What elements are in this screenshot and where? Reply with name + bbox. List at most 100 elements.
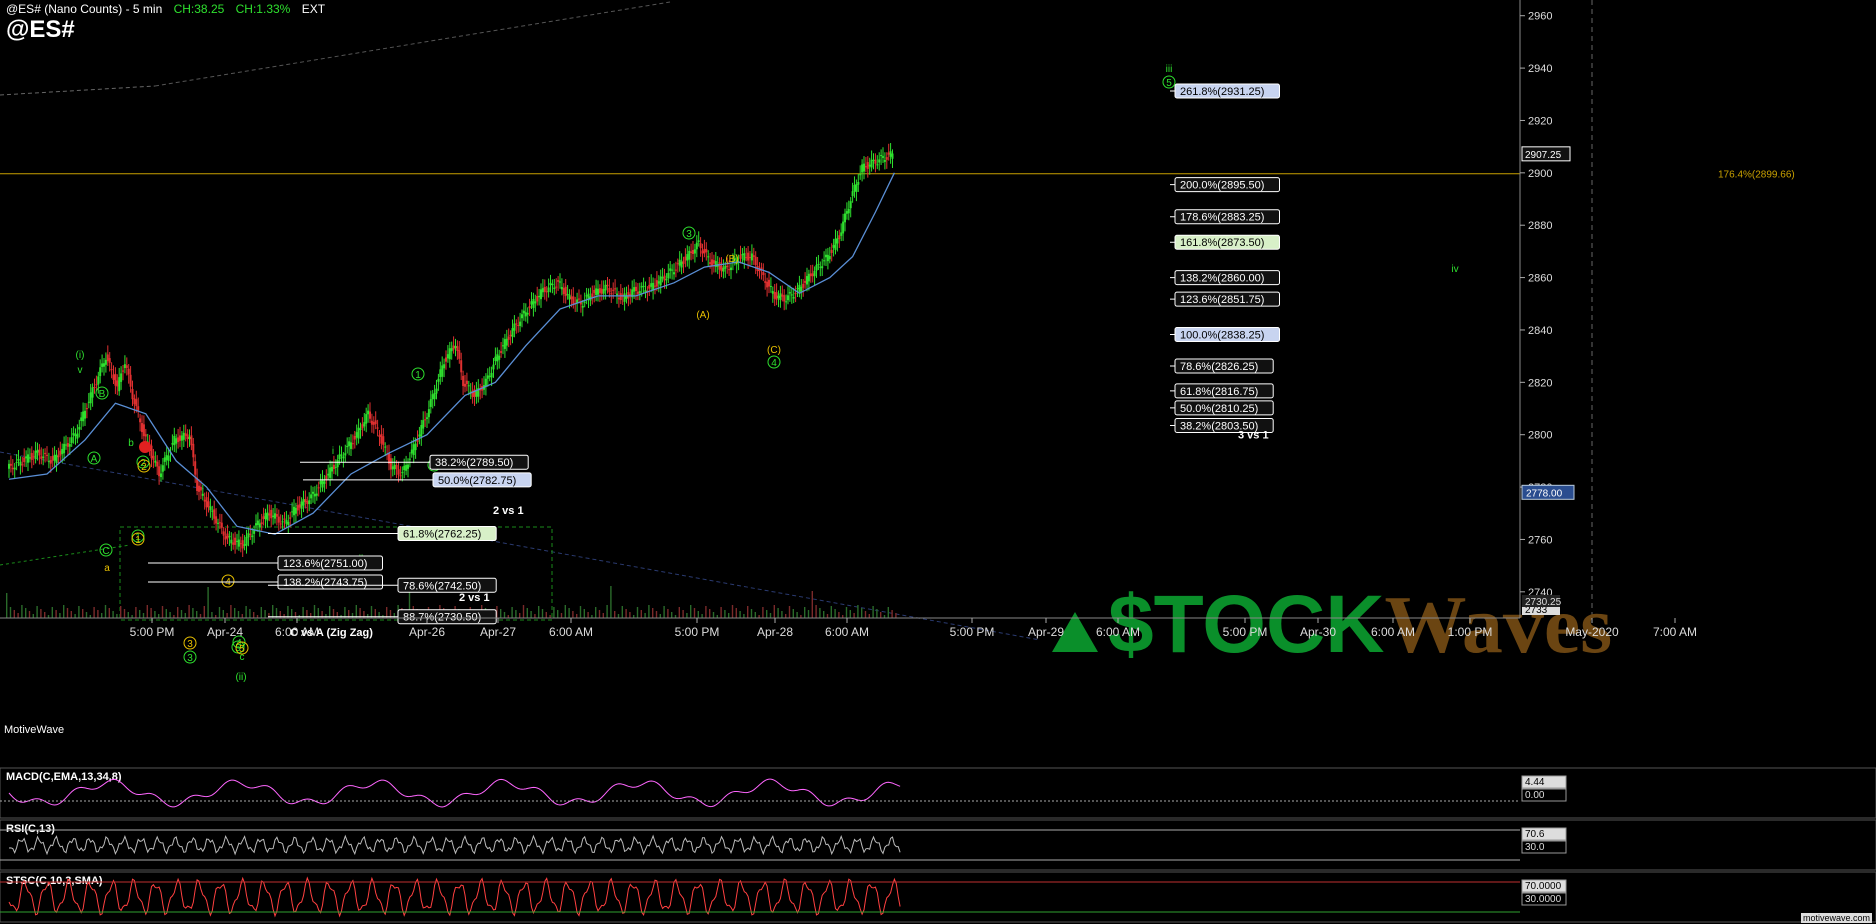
candle-body [101,363,104,367]
volume-bar [161,606,164,618]
volume-bar [895,613,897,618]
volume-bar [127,612,129,618]
volume-bar [830,606,832,618]
volume-bar [705,606,707,618]
volume-bar [640,610,642,618]
candle-body [849,201,852,209]
candle-body [462,375,465,387]
volume-bar [807,610,810,618]
candle-body [758,269,761,272]
candle-body [376,427,379,429]
x-tick-label: 5:00 PM [130,625,175,639]
candle-body [705,248,708,253]
candle-body [612,289,615,291]
volume-bar [230,605,232,618]
candle-body [167,455,170,461]
volume-bar [70,611,72,618]
candle-body [585,295,588,297]
symbol-label: @ES# [6,16,75,43]
candle-body [53,454,56,461]
candle-body [754,256,757,266]
candle-body [268,513,271,516]
candle-body [872,159,875,161]
candle-body [372,421,375,425]
candle-body [650,283,653,287]
candle-body [234,537,237,545]
volume-bar [553,607,555,618]
chart-header: @ES# (Nano Counts) - 5 min CH:38.25 CH:1… [6,2,325,16]
volume-bar [325,614,327,618]
candle-body [365,414,368,424]
candle-body [177,437,180,442]
candle-body [864,166,867,168]
volume-bar [834,609,836,618]
candle-body [452,345,455,350]
volume-bar [17,613,19,618]
wave-label-green: 5 [1166,78,1172,89]
volume-bar [652,608,654,618]
candle-body [663,275,666,281]
volume-bar [785,614,787,618]
candle-body [422,420,425,429]
candle-body [883,160,886,162]
candle-body [445,357,447,362]
volume-bar [534,614,536,618]
candle-body [540,289,542,300]
indicator-name: MACD(C,EMA,13,34,8) [6,771,122,783]
candle-body [201,493,204,496]
candle-body [317,487,320,489]
volume-bar [165,609,167,618]
volume-bar [97,610,99,618]
candle-body [752,255,755,258]
candle-body [395,465,398,470]
volume-bar [28,611,31,618]
candle-body [49,460,52,464]
volume-bar [766,610,768,618]
candle-body [857,181,860,185]
alert-marker [139,441,151,453]
candle-body [108,358,111,363]
candle-body [509,334,512,337]
candle-body [106,354,109,362]
candle-body [236,540,238,542]
volume-bar [222,610,224,618]
candle-body [707,256,710,258]
volume-bar [617,614,620,618]
candle-body [142,424,145,437]
candle-body [312,491,314,494]
volume-bar [838,612,840,618]
x-tick-label: 6:00 AM [275,625,319,639]
candle-body [847,208,850,214]
volume-bar [545,612,547,618]
candle-body [38,449,41,456]
candle-body [583,301,586,303]
candle-body [830,249,833,253]
candle-body [458,350,461,359]
candle-body [439,369,442,378]
volume-bar [811,591,813,618]
candle-body [648,284,651,289]
candle-body [426,417,428,419]
volume-bar [659,614,661,618]
candle-body [863,163,865,172]
candle-body [885,157,888,160]
y-tick-label: 2940 [1528,63,1552,75]
volume-bar [310,613,312,618]
candle-body [8,463,10,469]
candle-body [361,424,364,429]
candle-body [133,398,136,405]
candle-body [498,355,501,360]
volume-bar [739,611,741,618]
candle-body [344,453,347,456]
candle-body [255,523,257,526]
candle-body [218,522,221,524]
candle-body [156,461,159,467]
volume-bar [587,612,589,618]
grid: 176.4%(2899.66) [0,0,1795,618]
candle-body [828,256,831,260]
candle-body [522,310,525,314]
candle-body [868,164,871,167]
candle-body [684,256,687,261]
volume-bar [40,609,42,618]
candle-body [281,521,284,523]
